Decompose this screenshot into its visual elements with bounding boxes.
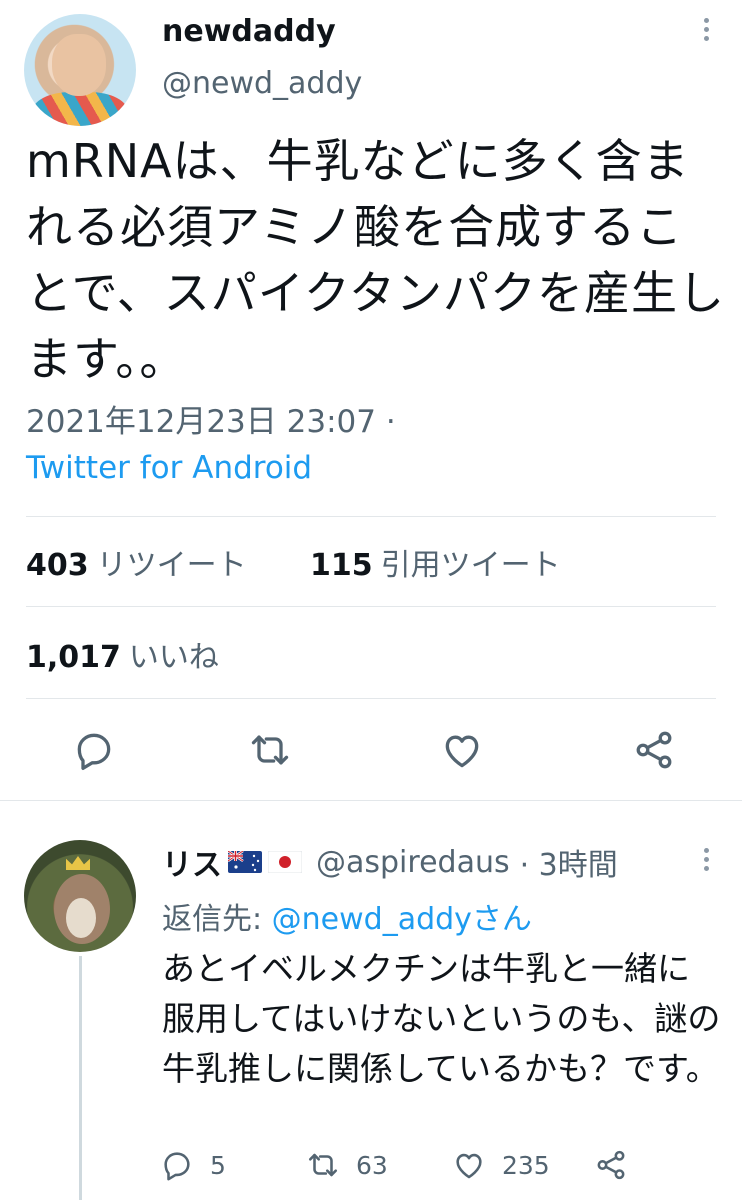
quotes-count: 115 <box>310 548 373 583</box>
reply-header: リス @aspiredaus · 3時間 <box>162 840 618 884</box>
divider <box>26 606 716 607</box>
divider <box>26 516 716 517</box>
avatar-squirrel-belly <box>66 898 96 938</box>
like-icon[interactable] <box>440 728 484 772</box>
replying-to: 返信先: @newd_addyさん <box>162 894 532 938</box>
retweets-stat[interactable]: 403 リツイート <box>26 540 247 584</box>
retweet-icon <box>308 1153 338 1177</box>
likes-label: いいね <box>128 640 219 675</box>
reply-reply-button[interactable]: 5 <box>160 1148 226 1182</box>
retweets-count: 403 <box>26 548 89 583</box>
section-separator <box>0 800 742 801</box>
reply-count: 5 <box>210 1150 226 1180</box>
share-icon <box>597 1150 625 1180</box>
reply-more-options-icon[interactable] <box>694 844 718 884</box>
reply-author-name[interactable]: リス <box>162 840 222 884</box>
author-display-name[interactable]: newdaddy <box>162 14 336 49</box>
divider <box>26 698 716 699</box>
reply-icon[interactable] <box>72 728 116 772</box>
reply-author-handle[interactable]: @aspiredaus <box>316 845 510 880</box>
quotes-label: 引用ツイート <box>380 548 561 583</box>
share-icon[interactable] <box>632 728 676 772</box>
avatar-crown <box>66 856 90 870</box>
retweet-count: 63 <box>356 1150 388 1180</box>
japan-flag-icon <box>268 851 302 873</box>
more-options-icon[interactable] <box>694 14 718 54</box>
reply-time[interactable]: · 3時間 <box>520 840 618 884</box>
reply-author-avatar[interactable] <box>24 840 136 952</box>
reply-like-button[interactable]: 235 <box>452 1148 550 1182</box>
australia-flag-icon <box>228 851 262 873</box>
author-handle[interactable]: @newd_addy <box>162 66 362 101</box>
retweets-label: リツイート <box>96 548 247 583</box>
reply-icon <box>164 1152 190 1181</box>
avatar-shirt <box>32 92 128 126</box>
quotes-stat[interactable]: 115 引用ツイート <box>310 540 561 584</box>
replying-to-label: 返信先: <box>162 902 272 937</box>
reply-text: あとイベルメクチンは牛乳と一緒に服用してはいけないというのも、謎の牛乳推しに関係… <box>162 949 721 1088</box>
reply-retweet-button[interactable]: 63 <box>306 1148 388 1182</box>
replying-to-mention[interactable]: @newd_addyさん <box>272 902 532 937</box>
like-icon <box>456 1153 482 1179</box>
tweet-source-link[interactable]: Twitter for Android <box>26 450 312 486</box>
likes-stat[interactable]: 1,017 いいね <box>26 632 219 676</box>
author-avatar[interactable] <box>24 14 136 126</box>
likes-count: 1,017 <box>26 640 121 675</box>
retweet-icon[interactable] <box>248 728 292 772</box>
reply-share-button[interactable] <box>594 1148 644 1182</box>
tweet-timestamp[interactable]: 2021年12月23日 23:07 · <box>26 396 396 441</box>
tweet-text: mRNAは、牛乳などに多く含まれる必須アミノ酸を合成することで、スパイクタンパク… <box>26 134 726 386</box>
avatar-face <box>52 34 106 96</box>
like-count: 235 <box>502 1150 550 1180</box>
thread-line <box>79 956 82 1200</box>
